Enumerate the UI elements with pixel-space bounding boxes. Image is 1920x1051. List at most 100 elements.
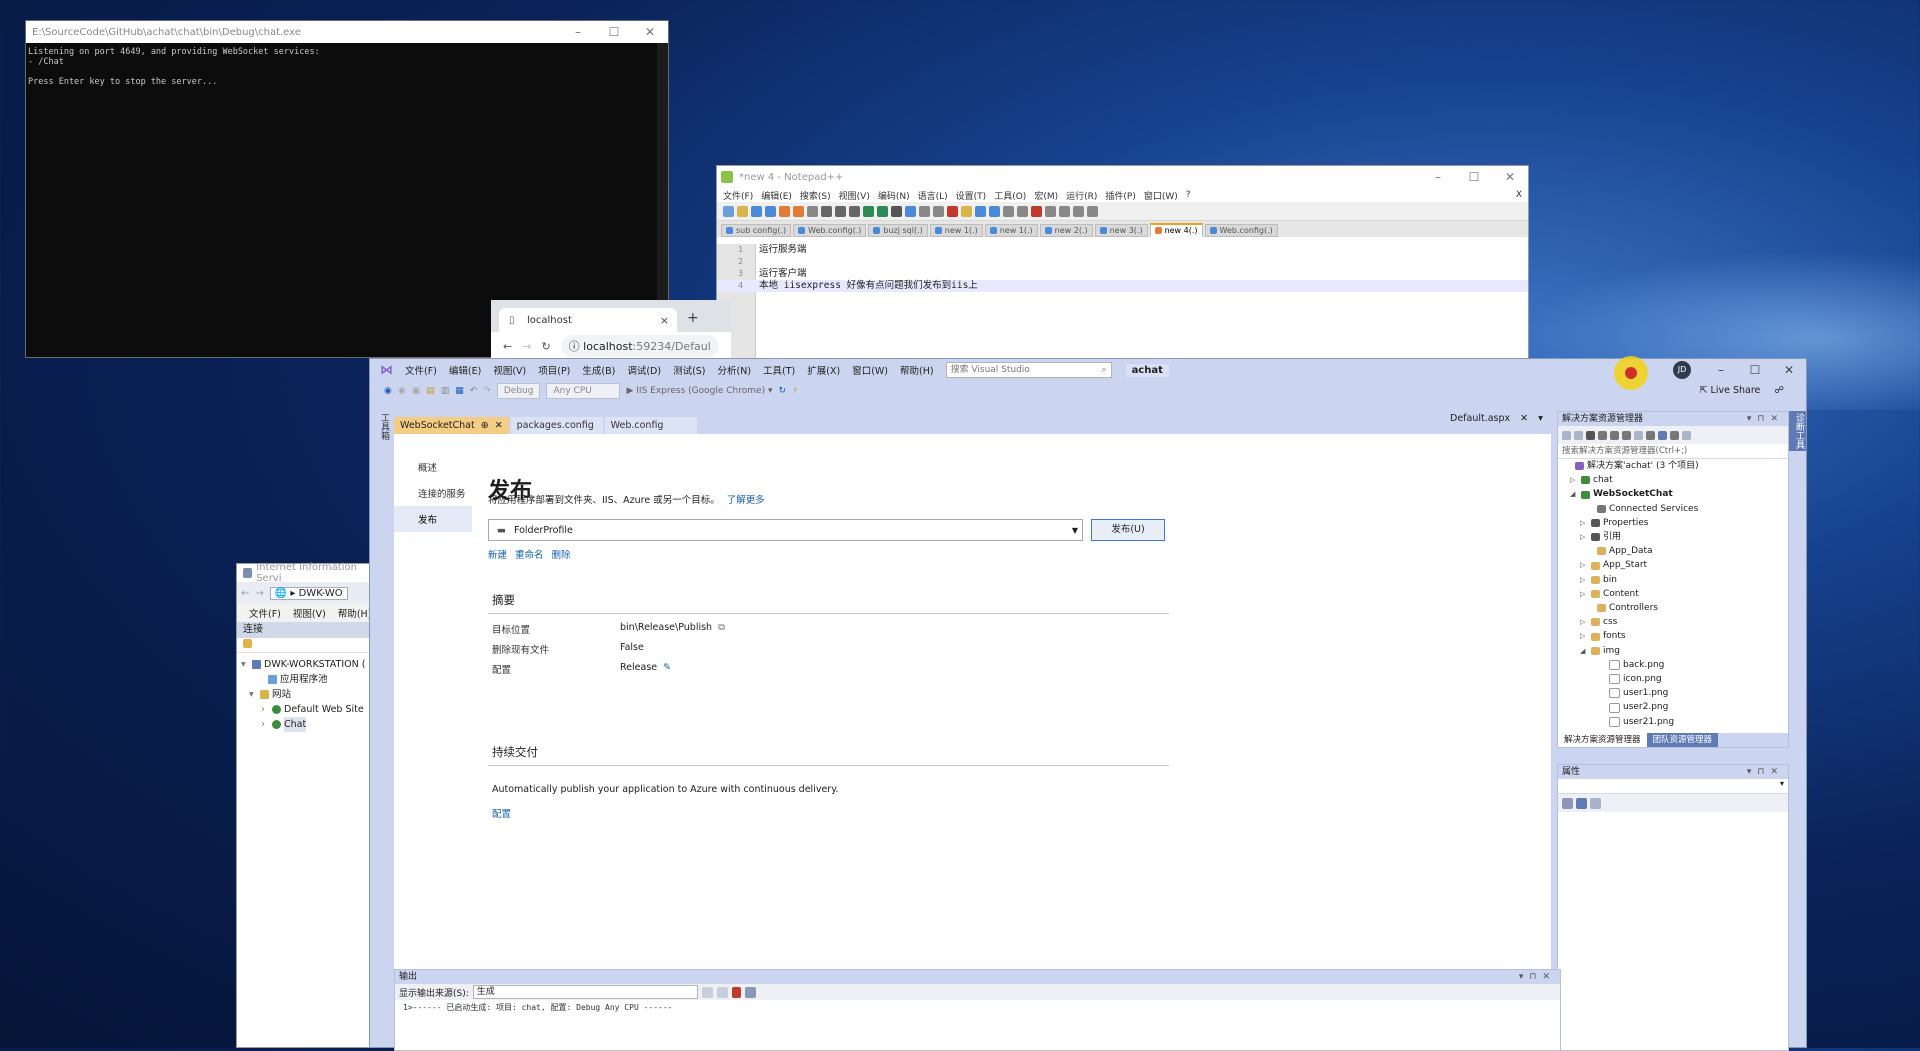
save-all-icon[interactable]: ▦ [455, 386, 464, 396]
close-icon[interactable]: ✕ [495, 420, 503, 431]
goto-next-icon[interactable] [716, 986, 728, 998]
solution-tree-item[interactable]: ▷ fonts [1564, 629, 1788, 643]
solution-tree-item[interactable]: ▷ Content [1564, 587, 1788, 601]
browser-window[interactable]: ▯ localhost × + ← → ↻ ⓘ localhost:59234/… [491, 300, 731, 360]
undo-icon[interactable] [863, 205, 874, 217]
solution-tree-item[interactable]: back.png [1564, 658, 1788, 672]
menu-item[interactable]: 插件(P) [1105, 189, 1135, 202]
minimize-icon[interactable]: – [560, 25, 596, 39]
iis-titlebar[interactable]: Internet Information Servi [237, 562, 375, 584]
notepad-tab[interactable]: new 1(.) [929, 224, 983, 237]
menu-item[interactable]: 文件(F) [399, 363, 443, 377]
solution-tree-item[interactable]: ▷ css [1564, 615, 1788, 629]
solution-tree-item[interactable]: 解决方案'achat' (3 个项目) [1564, 459, 1788, 473]
refresh-icon[interactable] [1634, 430, 1643, 440]
menu-item[interactable]: 生成(B) [576, 363, 621, 377]
maximize-icon[interactable]: ☐ [596, 25, 632, 39]
menu-item[interactable]: 工具(O) [994, 189, 1026, 202]
notepad-tab[interactable]: Web.config(.) [793, 224, 867, 237]
clear-all-icon[interactable] [731, 986, 741, 998]
chevron-down-icon[interactable]: ▾ [249, 687, 257, 702]
save-all-icon[interactable] [765, 205, 776, 217]
close-icon[interactable]: ✕ [1492, 170, 1528, 184]
reload-icon[interactable]: ↻ [541, 340, 550, 353]
solution-tree-item[interactable]: user21.png [1564, 715, 1788, 729]
panel-controls[interactable]: ▾⊓✕ [1747, 412, 1784, 426]
menu-item[interactable]: 窗口(W) [1144, 189, 1178, 202]
menu-item[interactable]: 视图(V) [487, 363, 532, 377]
avatar[interactable]: JD [1673, 361, 1691, 379]
doc-tab-default-aspx[interactable]: Default.aspx [1450, 413, 1510, 424]
solution-tree-item[interactable]: user2.png [1564, 700, 1788, 714]
feedback-icon[interactable]: ☍ [1774, 385, 1784, 396]
open-file-icon[interactable] [737, 205, 748, 217]
solution-tree-item[interactable]: ▷ 引用 [1564, 530, 1788, 544]
menu-item[interactable]: 视图(V) [839, 189, 870, 202]
learn-more-link[interactable]: 了解更多 [727, 495, 765, 506]
categorized-icon[interactable] [1562, 797, 1573, 809]
menu-item[interactable]: 窗口(W) [846, 363, 894, 377]
sync-h-icon[interactable] [961, 205, 972, 217]
back-icon[interactable] [1562, 430, 1571, 440]
redo-icon[interactable]: ↷ [483, 386, 491, 396]
find-icon[interactable] [891, 205, 902, 217]
menu-item[interactable]: 测试(S) [667, 363, 711, 377]
menu-item[interactable]: 文件(F) [723, 189, 753, 202]
notepadpp-window[interactable]: *new 4 - Notepad++ – ☐ ✕ 文件(F) 编辑(E) 搜索(S)… [716, 165, 1529, 365]
footer-tab[interactable]: 团队资源管理器 [1646, 733, 1719, 747]
minimize-icon[interactable]: – [1704, 359, 1738, 381]
toolbox-strip[interactable]: 工具箱 [373, 411, 391, 442]
menu-item[interactable]: 分析(N) [712, 363, 758, 377]
browser-tab[interactable]: ▯ localhost × [499, 308, 677, 332]
close-icon[interactable]: ✕ [632, 25, 668, 39]
notepad-tab[interactable]: new 3(.) [1094, 224, 1148, 237]
notepad-tab[interactable]: sub config(.) [721, 224, 792, 237]
new-item-icon[interactable]: ▣ [412, 386, 421, 396]
new-tab-button[interactable]: + [687, 310, 699, 326]
live-share-button[interactable]: ⇱ Live Share [1700, 385, 1761, 396]
notepadpp-titlebar[interactable]: *new 4 - Notepad++ – ☐ ✕ [717, 166, 1528, 188]
configure-cd-link[interactable]: 配置 [492, 806, 511, 820]
chevron-right-icon[interactable]: › [261, 717, 269, 732]
menu-item[interactable]: 运行(R) [1066, 189, 1097, 202]
server-node[interactable]: ▾ DWK-WORKSTATION ( [241, 657, 375, 672]
solution-tree-item[interactable]: user1.png [1564, 686, 1788, 700]
properties-icon[interactable] [1670, 430, 1679, 440]
back-nav-icon[interactable]: ◉ [384, 386, 392, 396]
chevron-icon[interactable]: ▷ [1580, 530, 1588, 544]
chevron-right-icon[interactable]: › [261, 702, 269, 717]
menu-item[interactable]: 工具(T) [757, 363, 801, 377]
diagnostic-tools-strip[interactable]: 诊断工具 [1788, 411, 1806, 451]
visual-studio-window[interactable]: ⋈ 文件(F) 编辑(E) 视图(V) 项目(P) 生成(B) 调试(D) 测试(S) 分析(… [369, 358, 1807, 1051]
menu-item[interactable]: 帮助(H) [338, 606, 372, 620]
publish-nav-item[interactable]: 发布 [394, 506, 472, 532]
menu-item[interactable]: 帮助(H) [894, 363, 940, 377]
refresh-icon[interactable]: ↻ [778, 386, 786, 396]
alphabetical-icon[interactable] [1576, 797, 1587, 809]
goto-prev-icon[interactable] [701, 986, 713, 998]
menu-item[interactable]: 项目(P) [532, 363, 576, 377]
iis-address-bar[interactable]: 🌐 ▸ DWK-WO [269, 586, 348, 600]
redo-icon[interactable] [877, 205, 888, 217]
solution-tree-item[interactable]: App_Data [1564, 544, 1788, 558]
menu-item[interactable]: ? [1186, 190, 1191, 200]
maximize-icon[interactable]: ☐ [1738, 359, 1772, 381]
solution-tree-item[interactable]: icon.png [1564, 672, 1788, 686]
collapse-all-icon[interactable] [1646, 430, 1655, 440]
chevron-down-icon[interactable]: ▾ [241, 657, 249, 672]
close-icon[interactable]: ✕ [1772, 359, 1806, 381]
site-node-default[interactable]: › Default Web Site [241, 702, 375, 717]
publish-nav-item[interactable]: 连接的服务 [394, 480, 472, 506]
stop-macro-icon[interactable] [1045, 205, 1056, 217]
menu-item[interactable]: 宏(M) [1034, 189, 1058, 202]
sync-v-icon[interactable] [947, 205, 958, 217]
close-document-icon[interactable]: X [1516, 190, 1522, 200]
chevron-icon[interactable]: ▷ [1570, 473, 1578, 487]
chevron-icon[interactable]: ▷ [1580, 615, 1588, 629]
save-icon[interactable]: ▥ [441, 386, 450, 396]
profile-dropdown[interactable]: ▬ FolderProfile ▼ [488, 519, 1083, 541]
solution-tree-item[interactable]: ▷ chat [1564, 473, 1788, 487]
app-pools-node[interactable]: 应用程序池 [241, 672, 375, 687]
doc-map-icon[interactable] [1017, 205, 1028, 217]
forward-nav-icon[interactable]: ◉ [398, 386, 406, 396]
